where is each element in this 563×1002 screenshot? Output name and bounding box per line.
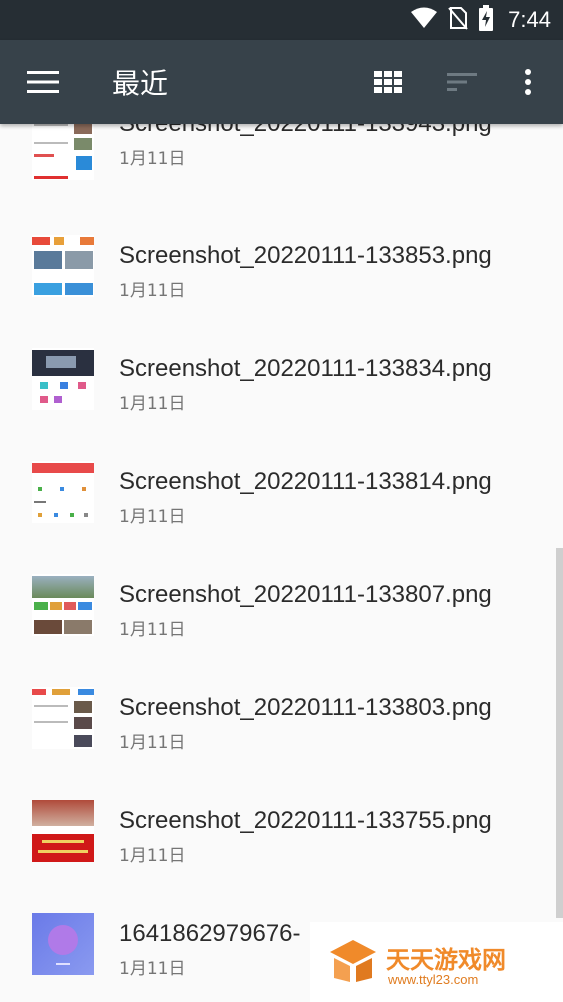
file-name: Screenshot_20220111-133834.png	[119, 355, 492, 382]
watermark: 天天游戏网 www.ttyl23.com	[310, 922, 563, 1002]
file-name: 1641862979676-	[119, 920, 301, 947]
file-thumbnail	[32, 687, 94, 749]
file-name: Screenshot_20220111-133807.png	[119, 581, 492, 608]
wifi-icon	[410, 6, 438, 35]
no-sim-icon	[448, 6, 468, 35]
app-bar: 最近	[0, 40, 563, 124]
file-thumbnail	[32, 461, 94, 523]
watermark-title: 天天游戏网	[386, 946, 506, 974]
file-name: Screenshot_20220111-133853.png	[119, 242, 492, 269]
file-date: 1月11日	[119, 959, 186, 979]
menu-button[interactable]	[20, 60, 66, 104]
file-thumbnail	[32, 574, 94, 636]
watermark-url: www.ttyl23.com	[388, 972, 479, 987]
grid-view-button[interactable]	[364, 60, 412, 104]
file-item[interactable]: Screenshot_20220111-133853.png 1月11日	[0, 217, 563, 329]
file-thumbnail	[32, 348, 94, 410]
file-name: Screenshot_20220111-133943.png	[119, 124, 492, 138]
status-bar: 7:44	[0, 0, 563, 40]
file-item[interactable]: Screenshot_20220111-133755.png 1月11日	[0, 782, 563, 894]
file-date: 1月11日	[119, 281, 186, 301]
more-vert-icon	[525, 69, 531, 95]
grid-view-icon	[374, 71, 402, 93]
file-item[interactable]: Screenshot_20220111-133834.png 1月11日	[0, 330, 563, 442]
file-date: 1月11日	[119, 733, 186, 753]
scrollbar[interactable]	[556, 548, 563, 918]
sort-icon	[447, 73, 477, 91]
page-title: 最近	[112, 67, 169, 100]
file-thumbnail	[32, 913, 94, 975]
file-thumbnail	[32, 235, 94, 297]
file-date: 1月11日	[119, 846, 186, 866]
file-list[interactable]: Screenshot_20220111-133943.png 1月11日 Scr…	[0, 124, 563, 1002]
clock: 7:44	[508, 7, 551, 32]
file-date: 1月11日	[119, 149, 186, 169]
file-date: 1月11日	[119, 507, 186, 527]
battery-charging-icon	[478, 4, 494, 36]
sort-button[interactable]	[438, 60, 486, 104]
file-item[interactable]: Screenshot_20220111-133803.png 1月11日	[0, 669, 563, 781]
file-item[interactable]: Screenshot_20220111-133814.png 1月11日	[0, 443, 563, 555]
file-date: 1月11日	[119, 394, 186, 414]
file-name: Screenshot_20220111-133814.png	[119, 468, 492, 495]
file-item[interactable]: Screenshot_20220111-133807.png 1月11日	[0, 556, 563, 668]
watermark-logo	[330, 940, 376, 982]
file-item[interactable]: Screenshot_20220111-133943.png 1月11日	[0, 124, 563, 216]
file-name: Screenshot_20220111-133803.png	[119, 694, 492, 721]
menu-icon	[27, 71, 59, 93]
file-date: 1月11日	[119, 620, 186, 640]
more-options-button[interactable]	[506, 60, 550, 104]
file-name: Screenshot_20220111-133755.png	[119, 807, 492, 834]
file-thumbnail	[32, 124, 94, 180]
file-thumbnail	[32, 800, 94, 862]
